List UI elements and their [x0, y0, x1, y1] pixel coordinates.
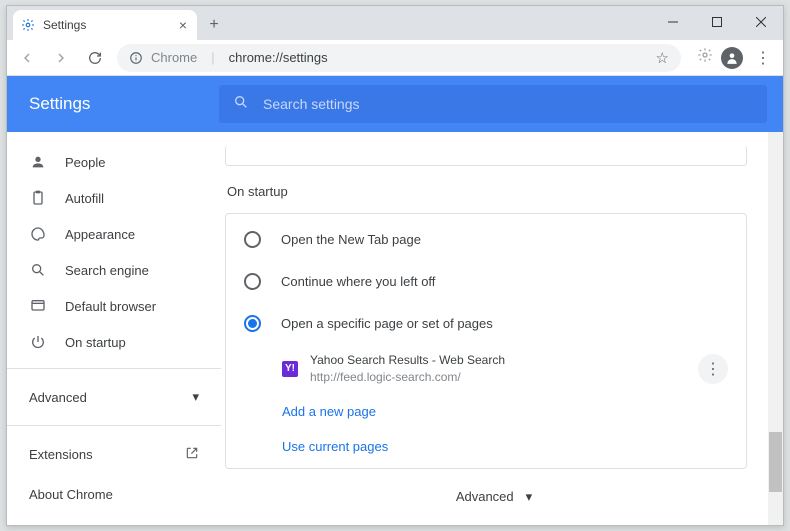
sidebar-extensions[interactable]: Extensions — [7, 434, 221, 474]
close-button[interactable] — [739, 6, 783, 38]
divider — [7, 368, 221, 369]
address-bar: Chrome | chrome://settings ☆ ⋮ — [7, 40, 783, 76]
person-icon — [29, 154, 47, 170]
site-info-icon[interactable] — [129, 51, 143, 65]
search-icon — [29, 262, 47, 278]
sidebar-label: Search engine — [65, 263, 149, 278]
scrollbar[interactable] — [768, 132, 783, 525]
scrollbar-thumb[interactable] — [769, 432, 782, 492]
url-text: chrome://settings — [229, 50, 328, 65]
extension-gear-icon[interactable] — [697, 47, 713, 68]
settings-main: On startup Open the New Tab page Continu… — [221, 76, 783, 525]
maximize-button[interactable] — [695, 6, 739, 38]
use-current-pages-link[interactable]: Use current pages — [226, 429, 746, 464]
option-label: Open the New Tab page — [281, 232, 421, 247]
palette-icon — [29, 226, 47, 242]
tab-close-icon[interactable]: × — [177, 17, 189, 33]
option-label: Open a specific page or set of pages — [281, 316, 493, 331]
url-prefix: Chrome — [151, 50, 197, 65]
forward-button[interactable] — [49, 46, 73, 70]
sidebar-item-autofill[interactable]: Autofill — [7, 180, 221, 216]
settings-search[interactable] — [219, 85, 767, 123]
sidebar-item-default-browser[interactable]: Default browser — [7, 288, 221, 324]
advanced-label: Advanced — [456, 489, 514, 504]
sidebar-item-appearance[interactable]: Appearance — [7, 216, 221, 252]
omnibox[interactable]: Chrome | chrome://settings ☆ — [117, 44, 681, 72]
advanced-toggle[interactable]: Advanced ▾ — [225, 469, 763, 525]
radio-icon — [244, 315, 261, 332]
sidebar-label: About Chrome — [29, 487, 113, 502]
option-label: Continue where you left off — [281, 274, 435, 289]
startup-card: Open the New Tab page Continue where you… — [225, 213, 747, 469]
page-menu-button[interactable]: ⋮ — [698, 354, 728, 384]
startup-page-title: Yahoo Search Results - Web Search — [310, 352, 686, 369]
gear-icon — [21, 18, 35, 32]
sidebar-label: Autofill — [65, 191, 104, 206]
sidebar-advanced[interactable]: Advanced ▾ — [7, 377, 221, 417]
chevron-down-icon: ▾ — [526, 489, 533, 505]
search-input[interactable] — [263, 96, 753, 112]
tab-title: Settings — [43, 18, 177, 32]
header-title: Settings — [29, 94, 219, 114]
search-icon — [233, 94, 249, 115]
radio-icon — [244, 231, 261, 248]
sidebar-label: People — [65, 155, 105, 170]
url-separator: | — [205, 50, 220, 65]
external-link-icon — [185, 446, 199, 463]
startup-option-specific[interactable]: Open a specific page or set of pages — [226, 302, 746, 344]
sidebar-label: On startup — [65, 335, 126, 350]
sidebar-about-chrome[interactable]: About Chrome — [7, 474, 221, 514]
settings-header: Settings — [7, 76, 783, 132]
sidebar-label: Appearance — [65, 227, 135, 242]
section-title: On startup — [227, 184, 763, 199]
minimize-button[interactable] — [651, 6, 695, 38]
radio-icon — [244, 273, 261, 290]
startup-option-newtab[interactable]: Open the New Tab page — [226, 218, 746, 260]
browser-menu-icon[interactable]: ⋮ — [751, 48, 775, 68]
yahoo-favicon: Y! — [282, 361, 298, 377]
titlebar: Settings × + — [7, 6, 783, 40]
reload-button[interactable] — [83, 46, 107, 70]
new-tab-button[interactable]: + — [201, 12, 227, 38]
startup-page-url: http://feed.logic-search.com/ — [310, 369, 686, 386]
sidebar-item-on-startup[interactable]: On startup — [7, 324, 221, 360]
settings-sidebar: People Autofill Appearance Search engine… — [7, 76, 221, 525]
startup-page-entry: Y! Yahoo Search Results - Web Search htt… — [226, 344, 746, 394]
previous-card-edge — [225, 146, 747, 166]
sidebar-label: Extensions — [29, 447, 93, 462]
divider — [7, 425, 221, 426]
browser-tab[interactable]: Settings × — [13, 10, 197, 40]
sidebar-item-search-engine[interactable]: Search engine — [7, 252, 221, 288]
bookmark-star-icon[interactable]: ☆ — [656, 49, 669, 67]
sidebar-label: Advanced — [29, 390, 87, 405]
add-new-page-link[interactable]: Add a new page — [226, 394, 746, 429]
browser-icon — [29, 298, 47, 314]
chevron-down-icon: ▾ — [192, 389, 199, 405]
startup-option-continue[interactable]: Continue where you left off — [226, 260, 746, 302]
sidebar-label: Default browser — [65, 299, 156, 314]
power-icon — [29, 334, 47, 350]
sidebar-item-people[interactable]: People — [7, 144, 221, 180]
profile-avatar[interactable] — [721, 47, 743, 69]
clipboard-icon — [29, 190, 47, 206]
back-button[interactable] — [15, 46, 39, 70]
